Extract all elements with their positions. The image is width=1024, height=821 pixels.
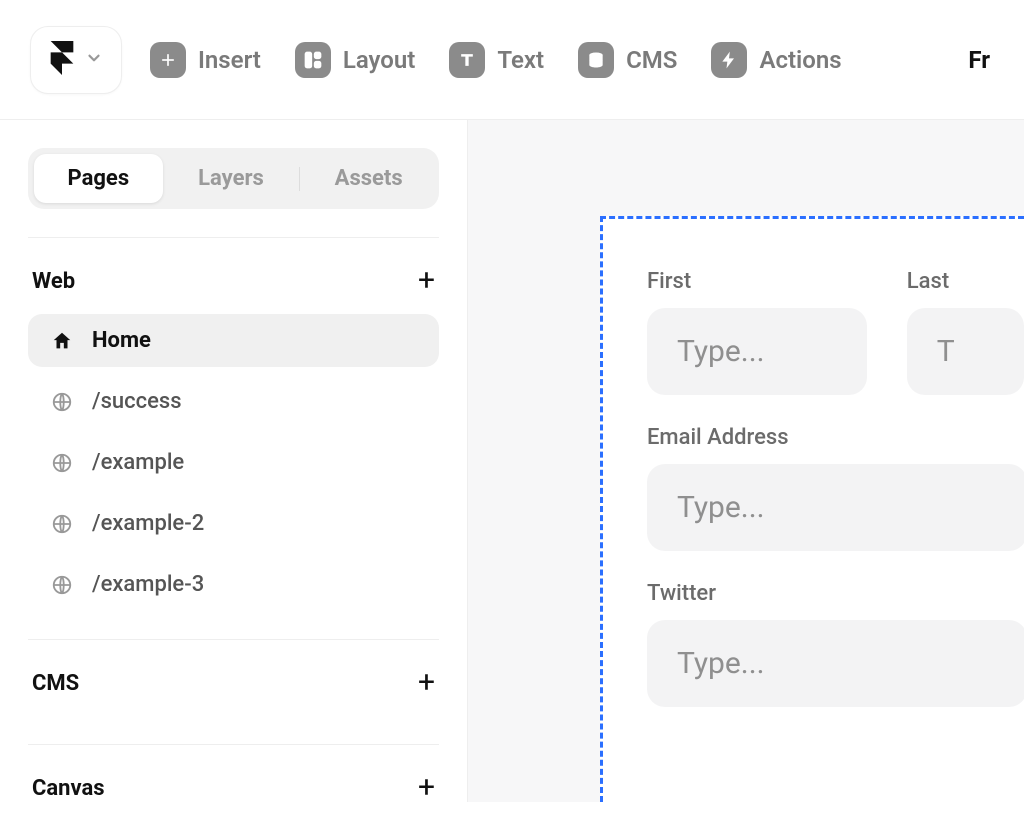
tab-pages[interactable]: Pages xyxy=(34,154,163,203)
section-header-canvas: Canvas + xyxy=(28,745,439,821)
layout-icon xyxy=(295,42,331,78)
page-label: Home xyxy=(92,328,151,353)
page-label: /success xyxy=(92,389,182,414)
globe-icon xyxy=(50,512,74,536)
form-field-last: Last T xyxy=(907,269,1024,395)
section-title: Canvas xyxy=(32,776,105,801)
field-label: Email Address xyxy=(647,425,1024,450)
toolbar-cms[interactable]: CMS xyxy=(578,42,677,78)
toolbar-text[interactable]: Text xyxy=(449,42,544,78)
add-cms-button[interactable]: + xyxy=(418,668,435,698)
plus-square-icon xyxy=(150,42,186,78)
form-field-first: First Type... xyxy=(647,269,867,395)
selected-frame[interactable]: First Type... Last T Email Address Type.… xyxy=(600,216,1024,802)
chevron-down-icon xyxy=(85,49,103,71)
add-canvas-button[interactable]: + xyxy=(418,773,435,803)
toolbar-actions[interactable]: Actions xyxy=(711,42,841,78)
globe-icon xyxy=(50,573,74,597)
form-field-email: Email Address Type... xyxy=(647,425,1024,551)
toolbar-label: CMS xyxy=(626,46,677,74)
globe-icon xyxy=(50,451,74,475)
add-page-button[interactable]: + xyxy=(418,266,435,296)
page-item-example[interactable]: /example xyxy=(28,436,439,489)
section-header-web: Web + xyxy=(28,238,439,314)
toolbar-label: Text xyxy=(497,46,544,74)
top-toolbar: Insert Layout Text CMS Actions Fr xyxy=(0,0,1024,120)
tab-layers[interactable]: Layers xyxy=(167,154,296,203)
section-title: CMS xyxy=(32,671,79,696)
top-right-text: Fr xyxy=(968,46,994,74)
page-item-example-2[interactable]: /example-2 xyxy=(28,497,439,550)
page-label: /example-2 xyxy=(92,511,204,536)
email-input[interactable]: Type... xyxy=(647,464,1024,551)
bolt-icon xyxy=(711,42,747,78)
app-logo-menu[interactable] xyxy=(30,26,122,94)
page-item-home[interactable]: Home xyxy=(28,314,439,367)
globe-icon xyxy=(50,390,74,414)
database-icon xyxy=(578,42,614,78)
form-field-twitter: Twitter Type... xyxy=(647,581,1024,707)
toolbar-layout[interactable]: Layout xyxy=(295,42,415,78)
field-label: Last xyxy=(907,269,1024,294)
home-icon xyxy=(50,329,74,353)
panel-tabs: Pages Layers Assets xyxy=(28,148,439,209)
page-item-success[interactable]: /success xyxy=(28,375,439,428)
first-name-input[interactable]: Type... xyxy=(647,308,867,395)
field-label: Twitter xyxy=(647,581,1024,606)
framer-logo-icon xyxy=(49,41,75,79)
section-header-cms: CMS + xyxy=(28,640,439,716)
tab-assets[interactable]: Assets xyxy=(304,154,433,203)
last-name-input[interactable]: T xyxy=(907,308,1024,395)
page-list: Home /success /example /example-2 xyxy=(28,314,439,611)
field-label: First xyxy=(647,269,867,294)
toolbar-label: Actions xyxy=(759,46,841,74)
page-label: /example xyxy=(92,450,184,475)
left-sidebar: Pages Layers Assets Web + Home /success xyxy=(0,120,468,802)
page-item-example-3[interactable]: /example-3 xyxy=(28,558,439,611)
workspace: Pages Layers Assets Web + Home /success xyxy=(0,120,1024,802)
toolbar-insert[interactable]: Insert xyxy=(150,42,261,78)
toolbar-items: Insert Layout Text CMS Actions xyxy=(150,42,940,78)
page-label: /example-3 xyxy=(92,572,204,597)
section-title: Web xyxy=(32,269,75,294)
twitter-input[interactable]: Type... xyxy=(647,620,1024,707)
canvas-area[interactable]: First Type... Last T Email Address Type.… xyxy=(468,120,1024,802)
toolbar-label: Insert xyxy=(198,46,261,74)
toolbar-label: Layout xyxy=(343,46,415,74)
tab-divider xyxy=(299,167,300,191)
text-icon xyxy=(449,42,485,78)
